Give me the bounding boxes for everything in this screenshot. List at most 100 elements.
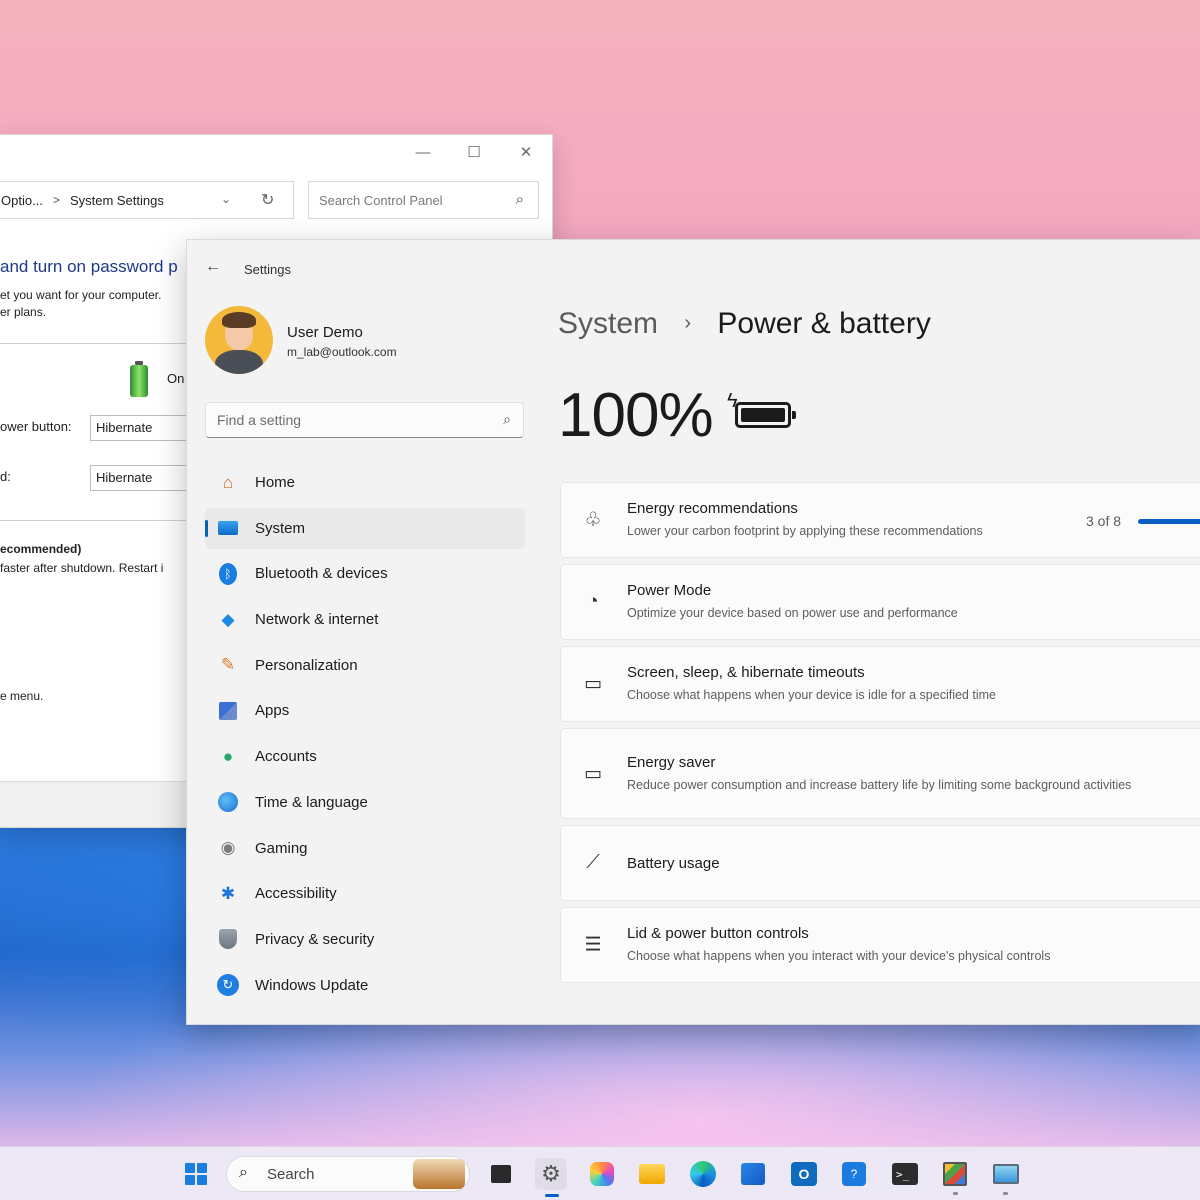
card-title: Lid & power button controls: [627, 925, 809, 942]
search-icon: ⌕: [239, 1164, 248, 1181]
power-button-select[interactable]: Hibernate: [90, 415, 200, 441]
running-app-indicator: [953, 1192, 958, 1195]
remote-desktop-icon: [993, 1164, 1019, 1184]
card-energy-recommendations[interactable]: ♧ Energy recommendations Lower your carb…: [560, 482, 1200, 558]
maximize-icon[interactable]: ☐: [459, 141, 489, 165]
card-title: Energy recommendations: [627, 500, 798, 517]
page-title: Power & battery: [717, 307, 931, 340]
nav-item-windows-update[interactable]: ↻ Windows Update: [205, 965, 525, 1006]
settings-cards: ♧ Energy recommendations Lower your carb…: [560, 482, 1200, 989]
chevron-down-icon[interactable]: ⌄: [221, 192, 231, 206]
wifi-icon: ◆: [221, 609, 235, 629]
divider: [0, 520, 190, 521]
recommendation-progress-bar: [1138, 519, 1200, 524]
card-energy-saver[interactable]: ▭ Energy saver Reduce power consumption …: [560, 728, 1200, 819]
nav-item-personalization[interactable]: ✎ Personalization: [205, 645, 525, 686]
breadcrumb-power-options[interactable]: Optio...: [1, 193, 43, 208]
settings-title: Settings: [244, 262, 291, 277]
search-icon[interactable]: ⌕: [503, 411, 511, 428]
search-icon[interactable]: ⌕: [516, 191, 524, 208]
taskbar-edge[interactable]: [687, 1158, 719, 1190]
search-highlight-image[interactable]: [413, 1159, 465, 1189]
back-arrow-icon[interactable]: ←: [205, 258, 221, 276]
nav-item-label: Accounts: [255, 748, 317, 766]
taskbar-search[interactable]: ⌕ Search: [226, 1156, 470, 1192]
apps-icon: [215, 698, 241, 724]
outlook-icon: O: [791, 1162, 817, 1186]
minimize-icon[interactable]: —: [408, 141, 438, 165]
find-setting-input[interactable]: Find a setting ⌕: [205, 402, 524, 438]
store-icon: [741, 1163, 765, 1185]
taskbar-outlook[interactable]: O: [788, 1158, 820, 1190]
bluetooth-icon: ᛒ: [215, 561, 241, 587]
home-icon: ⌂: [222, 472, 234, 492]
card-text: Screen, sleep, & hibernate timeouts Choo…: [627, 664, 996, 704]
nav-item-time-language[interactable]: Time & language: [205, 782, 525, 823]
breadcrumb-separator: >: [52, 193, 60, 207]
nav-item-system[interactable]: System: [205, 507, 525, 549]
update-icon: ↻: [215, 972, 241, 998]
nav-item-label: Home: [255, 474, 296, 491]
taskbar-get-help[interactable]: ?: [838, 1158, 870, 1190]
avatar[interactable]: [205, 306, 273, 374]
terminal-icon: >_: [892, 1163, 918, 1185]
cp-desc-line1: et you want for your computer.: [0, 288, 162, 302]
card-title: Screen, sleep, & hibernate timeouts: [627, 664, 865, 681]
taskbar-terminal[interactable]: >_: [889, 1158, 921, 1190]
screen-sleep-icon: ▭: [584, 673, 602, 695]
nav-item-bluetooth[interactable]: ᛒ Bluetooth & devices: [205, 553, 525, 594]
nav-item-label: Bluetooth & devices: [255, 565, 388, 583]
nav-item-apps[interactable]: Apps: [205, 690, 525, 731]
card-lid-power-button[interactable]: ☰ Lid & power button controls Choose wha…: [560, 907, 1200, 983]
nav-item-privacy[interactable]: Privacy & security: [205, 919, 525, 960]
energy-saver-icon: ▭: [584, 763, 602, 784]
card-text: Energy recommendations Lower your carbon…: [627, 500, 983, 540]
start-button[interactable]: [180, 1158, 212, 1190]
on-battery-label: On: [167, 371, 185, 386]
taskbar-control-panel[interactable]: [939, 1158, 971, 1190]
cp-desc-line2: er plans.: [0, 305, 47, 319]
card-battery-usage[interactable]: ⟋ Battery usage: [560, 825, 1200, 901]
user-name: User Demo: [287, 324, 363, 341]
close-icon[interactable]: ✕: [511, 141, 541, 165]
nav-item-home[interactable]: ⌂ Home: [205, 462, 525, 503]
refresh-icon[interactable]: ↻: [261, 190, 274, 210]
card-text: Battery usage: [627, 855, 720, 872]
card-power-mode[interactable]: ◔ Power Mode Optimize your device based …: [560, 564, 1200, 640]
nav-item-label: Privacy & security: [255, 930, 375, 948]
breadcrumb-separator: ›: [684, 312, 692, 334]
brush-icon: ✎: [220, 655, 236, 675]
breadcrumb-system[interactable]: System: [558, 307, 658, 340]
nav-item-accounts[interactable]: ● Accounts: [205, 736, 525, 777]
menu-text: e menu.: [0, 689, 44, 703]
sleep-button-select[interactable]: Hibernate: [90, 465, 200, 491]
gamepad-icon: ◉: [220, 838, 236, 857]
card-screen-sleep-timeouts[interactable]: ▭ Screen, sleep, & hibernate timeouts Ch…: [560, 646, 1200, 722]
card-subtitle: Lower your carbon footprint by applying …: [627, 524, 983, 538]
breadcrumb: System › Power & battery: [558, 307, 931, 341]
taskbar-remote-desktop[interactable]: [990, 1158, 1022, 1190]
card-text: Lid & power button controls Choose what …: [627, 925, 1050, 965]
task-view-button[interactable]: [485, 1158, 517, 1190]
breadcrumb-system-settings[interactable]: System Settings: [70, 193, 164, 208]
cp-heading: and turn on password p: [0, 257, 178, 276]
nav-item-network[interactable]: ◆ Network & internet: [205, 599, 525, 640]
taskbar-store[interactable]: [737, 1158, 769, 1190]
fast-startup-description: faster after shutdown. Restart i: [0, 561, 164, 575]
taskbar-settings[interactable]: ⚙: [535, 1158, 567, 1190]
battery-percentage: 100%: [558, 381, 714, 450]
gear-icon: ⚙: [541, 1161, 561, 1186]
card-text: Energy saver Reduce power consumption an…: [627, 754, 1167, 794]
nav-item-accessibility[interactable]: ✱ Accessibility: [205, 873, 525, 914]
taskbar-file-explorer[interactable]: [636, 1158, 668, 1190]
help-icon: ?: [842, 1162, 866, 1186]
nav-item-label: Accessibility: [255, 885, 337, 903]
control-panel-search[interactable]: Search Control Panel ⌕: [308, 181, 539, 219]
card-subtitle: Choose what happens when your device is …: [627, 688, 996, 702]
battery-icon: [735, 402, 796, 428]
nav-item-label: Gaming: [255, 839, 308, 857]
nav-item-gaming[interactable]: ◉ Gaming: [205, 828, 525, 869]
address-bar[interactable]: Optio... > System Settings ⌄ ↻: [0, 181, 294, 219]
gauge-icon: ◔: [587, 591, 599, 612]
taskbar-copilot[interactable]: [586, 1158, 618, 1190]
